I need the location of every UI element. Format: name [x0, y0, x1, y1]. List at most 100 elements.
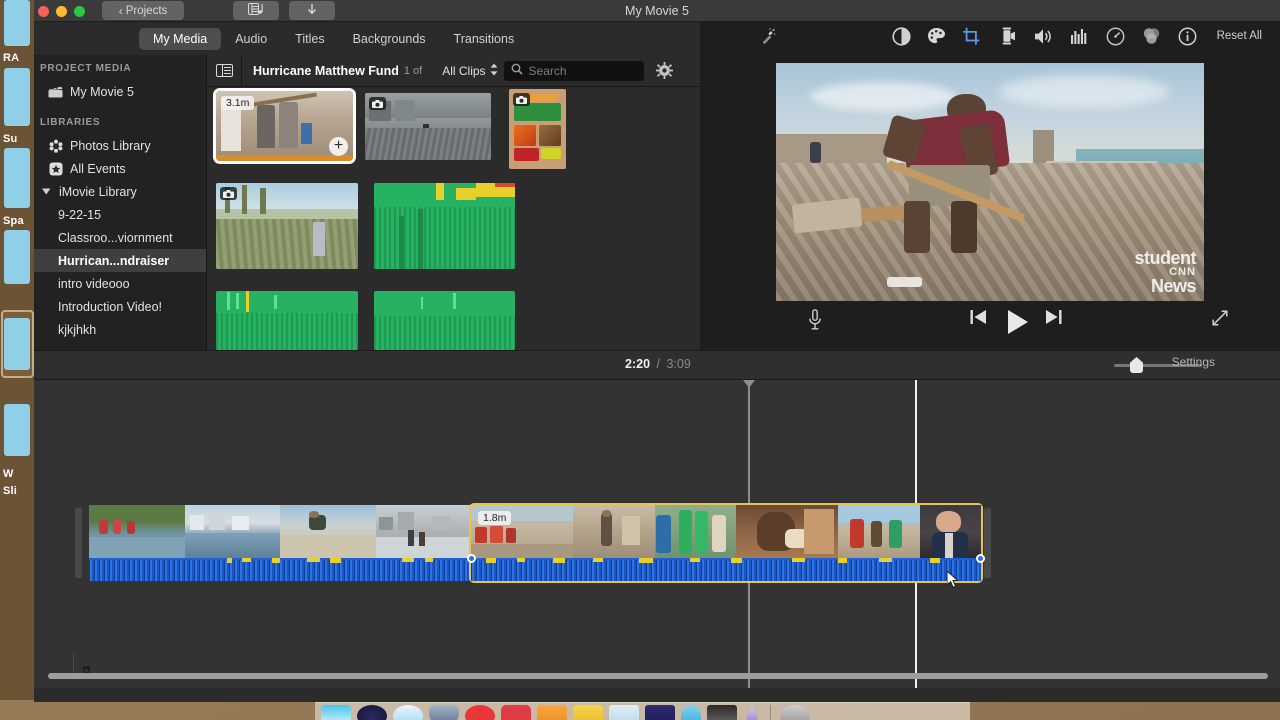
filter-circles-icon — [1142, 27, 1161, 50]
clip-trim-handle-right[interactable] — [976, 554, 985, 563]
dock-icon-mail[interactable] — [429, 705, 459, 720]
color-balance-button[interactable] — [888, 26, 914, 52]
tab-backgrounds[interactable]: Backgrounds — [339, 28, 440, 50]
timeline-toolbar: 2:20 / 3:09 Settings — [34, 350, 1280, 380]
disclosure-triangle-icon[interactable] — [40, 185, 52, 199]
list-view-icon[interactable] — [207, 54, 242, 87]
microphone-icon — [808, 309, 822, 335]
tab-my-media[interactable]: My Media — [139, 27, 222, 50]
sidebar-item-9-22-15[interactable]: 9-22-15 — [34, 203, 206, 226]
sidebar-item-label: All Events — [70, 161, 126, 176]
dock-icon-folder-yellow[interactable] — [573, 705, 603, 720]
media-browser-pane: Hurricane Matthew Fund 1 of All Clips Se… — [206, 54, 700, 350]
browser-toolbar: Hurricane Matthew Fund 1 of All Clips Se… — [207, 54, 700, 87]
playback-controls[interactable] — [700, 301, 1280, 345]
zoom-slider-thumb[interactable] — [1130, 357, 1143, 373]
timeline-clip-2-video — [471, 505, 981, 558]
background-application-window[interactable]: RA Su Spa W Sli — [0, 0, 34, 700]
sidebar-item-label: Hurrican...ndraiser — [58, 253, 170, 268]
bg-label-spa: Spa — [3, 215, 24, 227]
tab-transitions[interactable]: Transitions — [440, 28, 529, 50]
dock-icon-finder[interactable] — [321, 705, 351, 720]
clip-thumb-6[interactable] — [216, 291, 358, 350]
sidebar-item-all-events[interactable]: All Events — [34, 157, 206, 180]
noise-reduction-button[interactable] — [1066, 26, 1092, 52]
clip-filter-button[interactable] — [1138, 26, 1164, 52]
clip-filter-dropdown[interactable]: All Clips — [442, 63, 497, 79]
bg-label-su: Su — [3, 133, 18, 145]
timeline-zoom-slider[interactable]: Settings — [1114, 355, 1215, 373]
timeline-end-cap — [984, 508, 991, 578]
settings-button[interactable]: Settings — [1172, 355, 1215, 369]
timeline-start-cap — [75, 508, 82, 578]
enhance-button[interactable] — [754, 26, 780, 52]
title-bar: ‹ Projects My Movie 5 — [34, 0, 1280, 22]
clip-duration-badge: 3.1m — [221, 96, 255, 110]
dock-icon-safari[interactable] — [393, 705, 423, 720]
sidebar-item-intro-videooo[interactable]: intro videooo — [34, 272, 206, 295]
dock-icon-app-violet[interactable] — [743, 705, 761, 720]
dock-icon-document[interactable] — [609, 705, 639, 720]
gear-icon[interactable] — [654, 62, 676, 79]
tab-titles[interactable]: Titles — [281, 28, 338, 50]
macos-dock[interactable] — [315, 702, 970, 720]
crop-button[interactable] — [958, 26, 984, 52]
clip-thumb-2[interactable] — [365, 93, 491, 160]
equalizer-icon — [1070, 28, 1089, 50]
sidebar-item-classroom-environment[interactable]: Classroo...viornment — [34, 226, 206, 249]
clip-trim-handle-left[interactable] — [467, 554, 476, 563]
speed-button[interactable] — [1102, 26, 1128, 52]
video-preview[interactable]: student CNN News — [776, 63, 1204, 301]
skip-to-end-button[interactable] — [1045, 309, 1062, 330]
volume-button[interactable] — [1030, 26, 1056, 52]
sidebar-item-label: My Movie 5 — [70, 84, 134, 99]
photos-icon — [48, 139, 63, 153]
dock-icon-folder-orange[interactable] — [537, 705, 567, 720]
library-sidebar: PROJECT MEDIA My Movie 5 LIBRARIES Photo… — [34, 55, 206, 350]
sidebar-item-introduction-video[interactable]: Introduction Video! — [34, 295, 206, 318]
total-time: 3:09 — [666, 357, 691, 371]
tab-audio[interactable]: Audio — [221, 28, 281, 50]
timeline-pane[interactable]: 1.8m — [34, 380, 1280, 688]
color-correction-button[interactable] — [923, 26, 949, 52]
dock-icon-app-red[interactable] — [465, 705, 495, 720]
event-title: Hurricane Matthew Fund — [253, 63, 399, 78]
clip-thumb-5[interactable] — [374, 183, 515, 269]
skip-back-icon — [970, 309, 987, 330]
timeline-clip-2[interactable]: 1.8m — [467, 503, 985, 583]
skip-to-start-button[interactable] — [970, 309, 987, 330]
timeline-horizontal-scrollbar[interactable] — [34, 672, 1280, 680]
sidebar-item-imovie-library[interactable]: iMovie Library — [34, 180, 206, 203]
speedometer-icon — [1106, 27, 1125, 51]
sidebar-item-kjkjhkh[interactable]: kjkjhkh — [34, 318, 206, 341]
dock-icon-app-rec[interactable] — [501, 705, 531, 720]
dock-icon-trash[interactable] — [780, 705, 810, 720]
dock-icon-app-purple[interactable] — [645, 705, 675, 720]
info-button[interactable] — [1174, 26, 1200, 52]
sidebar-item-label: intro videooo — [58, 276, 130, 291]
expand-arrows-icon — [1211, 309, 1229, 332]
clip-thumb-3[interactable] — [509, 89, 566, 169]
reset-all-button[interactable]: Reset All — [1211, 28, 1268, 44]
clip-thumb-1[interactable]: 3.1m + — [213, 88, 356, 164]
sidebar-item-my-movie-5[interactable]: My Movie 5 — [34, 80, 206, 103]
search-input[interactable]: Search — [503, 60, 644, 81]
sidebar-item-label: iMovie Library — [59, 184, 137, 199]
clip-thumb-4[interactable] — [216, 183, 358, 269]
play-icon — [1006, 309, 1030, 340]
voiceover-button[interactable] — [808, 309, 822, 335]
fullscreen-button[interactable] — [1211, 309, 1229, 332]
timeline-clip-1[interactable] — [89, 505, 471, 581]
clip-thumb-7[interactable] — [374, 291, 515, 350]
dock-icon-app-cyan[interactable] — [681, 705, 701, 720]
dock-icon-launchpad[interactable] — [357, 705, 387, 720]
stabilization-button[interactable] — [994, 26, 1020, 52]
dock-icon-imovie[interactable] — [707, 705, 737, 720]
play-button[interactable] — [1006, 309, 1030, 340]
add-clip-button[interactable]: + — [329, 137, 348, 156]
sidebar-item-hurricane-fundraiser[interactable]: Hurrican...ndraiser — [34, 249, 206, 272]
palette-icon — [927, 27, 946, 50]
scrollbar-thumb[interactable] — [48, 673, 1268, 679]
viewer-toolbar[interactable]: Reset All — [700, 22, 1280, 55]
sidebar-item-photos-library[interactable]: Photos Library — [34, 134, 206, 157]
